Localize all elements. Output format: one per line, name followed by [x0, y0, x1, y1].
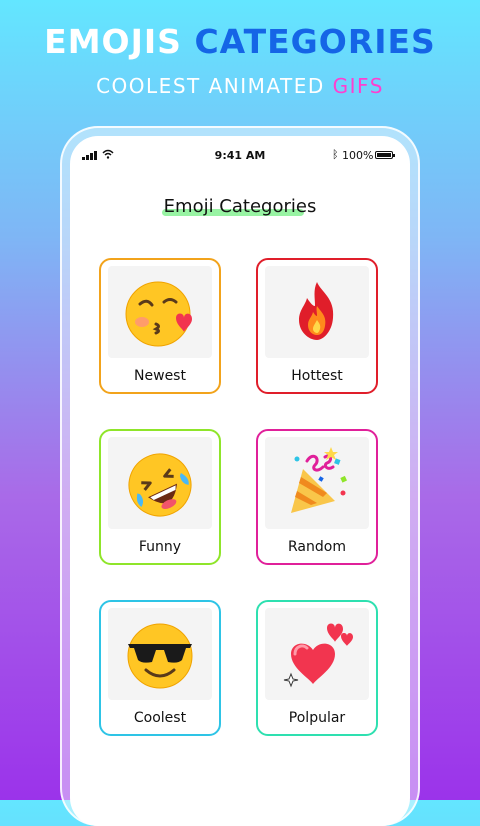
battery-percent: 100% — [342, 149, 374, 162]
category-label: Funny — [138, 539, 182, 555]
rolling-laughing-face-icon — [128, 453, 192, 517]
bluetooth-icon: ᛒ — [332, 148, 339, 161]
category-card-newest[interactable]: Newest — [99, 258, 221, 394]
fire-icon — [299, 282, 334, 340]
category-label: Random — [288, 539, 346, 555]
category-card-polpular[interactable]: Polpular — [256, 600, 378, 736]
category-card-funny[interactable]: Funny — [99, 429, 221, 565]
subline-highlight: GIFS — [332, 74, 384, 98]
hearts-icon — [283, 623, 353, 688]
card-art — [265, 266, 369, 358]
category-card-coolest[interactable]: Coolest — [99, 600, 221, 736]
screen-title-wrap: Emoji Categories — [70, 196, 410, 217]
headline-word-2: CATEGORIES — [194, 22, 436, 61]
category-label: Polpular — [288, 710, 346, 726]
subline-text: COOLEST ANIMATED — [96, 74, 325, 98]
sunglasses-face-icon — [127, 623, 193, 689]
headline-word-1: EMOJIS — [44, 22, 182, 61]
category-label: Coolest — [133, 710, 187, 726]
status-bar: 9:41 AM ᛒ 100% — [70, 146, 410, 168]
phone-screen: 9:41 AM ᛒ 100% Emoji Categories Newest H… — [70, 136, 410, 826]
category-label: Hottest — [291, 368, 343, 384]
category-card-random[interactable]: Random — [256, 429, 378, 565]
card-art — [265, 608, 369, 700]
card-art — [108, 437, 212, 529]
screen-title: Emoji Categories — [161, 196, 319, 217]
party-popper-icon — [291, 447, 347, 513]
battery-icon — [375, 151, 395, 159]
category-card-hottest[interactable]: Hottest — [256, 258, 378, 394]
category-label: Newest — [134, 368, 186, 384]
card-art — [265, 437, 369, 529]
screen-title-text: Emoji Categories — [163, 196, 317, 217]
promo-headline: EMOJIS CATEGORIES — [0, 22, 480, 62]
card-art — [108, 266, 212, 358]
card-art — [108, 608, 212, 700]
promo-subline: COOLEST ANIMATED GIFS — [0, 73, 480, 99]
kissing-face-icon — [125, 281, 192, 347]
